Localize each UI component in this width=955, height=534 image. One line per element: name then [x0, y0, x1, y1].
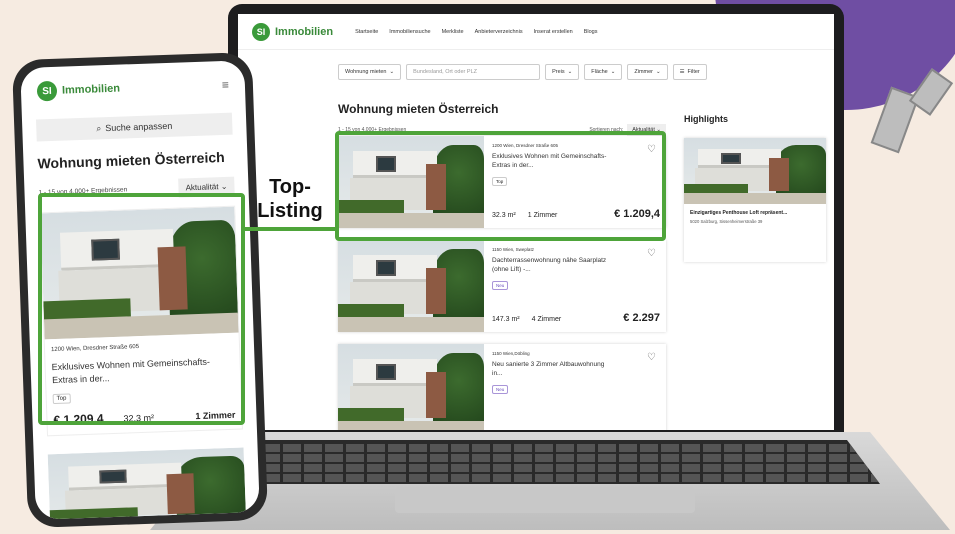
favorite-heart-icon[interactable]: ♡ [647, 352, 656, 363]
search-bar: Wohnung mieten ⌄ Bundesland, Ort oder PLZ… [338, 64, 834, 80]
top-listing-callout: Top- Listing [250, 175, 330, 223]
top-listing-highlight-mobile [38, 193, 245, 425]
listing-card[interactable]: 1150 Wien,Döbling Neu sanierte 3 Zimmer … [338, 344, 666, 430]
logo-text: Immobilien [275, 25, 334, 38]
site-logo[interactable]: SI Immobilien [36, 79, 121, 102]
nav-inserat-erstellen[interactable]: Inserat erstellen [534, 29, 573, 35]
filter-preis[interactable]: Preis ⌄ [545, 64, 580, 80]
logo-text: Immobilien [61, 82, 121, 97]
location-input[interactable]: Bundesland, Ort oder PLZ [406, 64, 541, 80]
filter-zimmer[interactable]: Zimmer ⌄ [627, 64, 668, 80]
listing-address: 1150 Wien, Sweplatz [492, 247, 534, 252]
desktop-navbar: SI Immobilien Startseite Immobiliensuche… [238, 14, 834, 50]
listing-card[interactable]: 1150 Wien, Sweplatz Dachterrassenwohnung… [338, 240, 666, 332]
logo-mark-icon: SI [36, 80, 58, 102]
laptop-keyboard [220, 440, 880, 484]
listing-photo[interactable] [47, 447, 247, 520]
type-select[interactable]: Wohnung mieten ⌄ [338, 64, 402, 80]
filter-flaeche[interactable]: Fläche ⌄ [584, 64, 623, 80]
mobile-navbar: SI Immobilien ≡ [20, 60, 245, 102]
highlight-card[interactable]: Einzigartiges Penthouse Loft repräsent..… [684, 138, 826, 262]
chevron-down-icon: ⌄ [567, 69, 573, 75]
page-title: Wohnung mieten Österreich [338, 102, 499, 116]
filter-label: Fläche [591, 69, 608, 75]
nav-startseite[interactable]: Startseite [355, 29, 378, 35]
page-title: Wohnung mieten Österreich [37, 148, 225, 172]
nav-merkliste[interactable]: Merkliste [442, 29, 464, 35]
chevron-down-icon: ⌄ [610, 69, 616, 75]
search-icon: ⌕ [96, 122, 102, 133]
site-logo[interactable]: SI Immobilien [252, 22, 334, 41]
nav-blogs[interactable]: Blogs [584, 29, 598, 35]
favorite-heart-icon[interactable]: ♡ [647, 248, 656, 259]
highlights-title: Highlights [684, 114, 728, 124]
hamburger-menu-icon[interactable]: ≡ [222, 78, 229, 92]
highlight-address: 5020 Salzburg, Sissenheimerstraße 39 [690, 219, 763, 224]
nav-immobiliensuche[interactable]: Immobiliensuche [389, 29, 430, 35]
filter-label: Zimmer [634, 69, 653, 75]
listing-price: € 2.297 [623, 312, 660, 324]
more-filters-button[interactable]: ☰ Filter [672, 64, 707, 80]
listing-tag: Neu [492, 385, 509, 394]
filter-icon: ☰ [679, 69, 685, 75]
adjust-search-label: Suche anpassen [105, 120, 173, 134]
sort-value: Aktualität [185, 182, 219, 193]
adjust-search-button[interactable]: ⌕ Suche anpassen [35, 112, 233, 142]
logo-mark-icon: SI [252, 22, 270, 41]
type-select-label: Wohnung mieten [345, 69, 387, 75]
listing-tag: Neu [492, 281, 509, 290]
listing-title[interactable]: Neu sanierte 3 Zimmer Altbauwohnung in..… [492, 360, 610, 378]
highlight-connector-line [244, 227, 336, 231]
chevron-down-icon: ⌄ [389, 69, 395, 75]
listing-photo [338, 240, 484, 332]
listing-title[interactable]: Dachterrassenwohnung nähe Saarplatz (ohn… [492, 256, 610, 274]
listing-rooms: 4 Zimmer [531, 316, 562, 323]
nav-links: Startseite Immobiliensuche Merkliste Anb… [355, 29, 597, 35]
chevron-down-icon: ⌄ [656, 69, 661, 75]
listing-address: 1150 Wien,Döbling [492, 351, 530, 356]
callout-line-1: Top- [269, 176, 311, 198]
highlight-title-text[interactable]: Einzigartiges Penthouse Loft repräsent..… [690, 210, 820, 216]
top-listing-highlight-desktop [335, 131, 666, 241]
callout-line-2: Listing [257, 200, 323, 222]
listing-photo [338, 344, 484, 430]
filter-label: Preis [552, 69, 565, 75]
listing-area: 147.3 m² [492, 316, 520, 323]
more-filters-label: Filter [687, 69, 700, 75]
laptop-trackpad [395, 487, 695, 513]
highlight-photo [684, 138, 826, 204]
nav-anbieterverzeichnis[interactable]: Anbieterverzeichnis [475, 29, 523, 35]
